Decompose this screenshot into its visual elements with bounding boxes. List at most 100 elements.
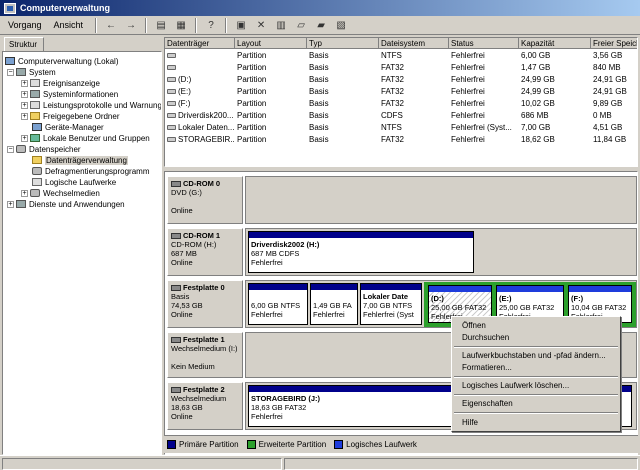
table-row[interactable]: (D:) Partition Basis FAT32 Fehlerfrei 24,99 G… (165, 74, 637, 86)
disk-row-cdrom0[interactable]: CD-ROM 0 DVD (G:) Online (167, 176, 637, 224)
storage-icon (16, 145, 26, 153)
disk-info[interactable]: Festplatte 2 Wechselmedium 18,63 GB Onli… (167, 382, 243, 430)
disk-info[interactable]: Festplatte 0 Basis 74,53 GB Online (167, 280, 243, 328)
menu-item-hilfe[interactable]: Hilfe (462, 417, 478, 428)
disk-info[interactable]: Festplatte 1 Wechselmedium (I:) Kein Med… (167, 332, 243, 378)
cell-typ: Basis (309, 111, 329, 120)
menu-vorgang[interactable]: Vorgang (4, 20, 46, 30)
cell-datentraeger: (F:) (165, 98, 235, 110)
toolbar-separator (225, 17, 228, 33)
menu-item-durchsuchen[interactable]: Durchsuchen (462, 332, 509, 343)
properties-icon[interactable]: ▥ (273, 18, 289, 33)
explore-icon[interactable]: ▰ (313, 18, 329, 33)
tree-item-leistungsprotokolle[interactable]: + Leistungsprotokolle und Warnungen (21, 100, 161, 110)
col-header-status[interactable]: Status (449, 38, 519, 49)
menu-item-formatieren[interactable]: Formatieren... (462, 362, 512, 373)
expand-toggle[interactable]: + (21, 189, 28, 197)
delete-icon[interactable]: ✕ (253, 18, 269, 33)
cell-status: Fehlerfrei (451, 111, 485, 120)
show-hide-tree-icon[interactable]: ▦ (173, 18, 189, 33)
col-header-kapazitaet[interactable]: Kapazität (519, 38, 591, 49)
cell-status: Fehlerfrei (451, 87, 485, 96)
table-row[interactable]: (F:) Partition Basis FAT32 Fehlerfrei 10,02 G… (165, 98, 637, 110)
partition-ntfs-6gb[interactable]: 6,00 GB NTFS Fehlerfrei (248, 283, 308, 325)
menu-separator (454, 346, 618, 348)
table-row[interactable]: Partition Basis FAT32 Fehlerfrei 1,47 GB 840 … (165, 62, 637, 74)
volume-icon (167, 113, 176, 119)
tree-item-wechselmedien[interactable]: + Wechselmedien (21, 188, 100, 198)
volume-list[interactable]: Datenträger Layout Typ Dateisystem Statu… (164, 37, 638, 167)
tree-item-freigegebene-ordner[interactable]: + Freigegebene Ordner (21, 111, 120, 121)
cell-dateisystem: FAT32 (381, 135, 404, 144)
up-folder-icon[interactable]: ▤ (153, 18, 169, 33)
tab-struktur[interactable]: Struktur (4, 37, 44, 51)
expand-toggle[interactable]: + (21, 134, 28, 142)
disk-line: 74,53 GB (171, 301, 203, 310)
partition-lokaler-datentraeger[interactable]: Lokaler Date 7,00 GB NTFS Fehlerfrei (Sy… (360, 283, 422, 325)
partition-fat-1gb[interactable]: 1,49 GB FA Fehlerfrei (310, 283, 358, 325)
cell-layout: Partition (237, 99, 267, 108)
col-header-datentraeger[interactable]: Datenträger (165, 38, 235, 49)
disk-line: Wechselmedium (I:) (171, 344, 238, 353)
legend-item-extended: Erweiterte Partition (246, 440, 326, 449)
expand-toggle[interactable]: + (21, 112, 28, 120)
tree-item-systeminformationen[interactable]: + Systeminformationen (21, 89, 118, 99)
disk-info[interactable]: CD-ROM 0 DVD (G:) Online (167, 176, 243, 224)
collapse-toggle[interactable]: − (7, 68, 14, 76)
event-icon (30, 79, 40, 87)
menu-item-laufwerk-loeschen[interactable]: Logisches Laufwerk löschen... (462, 380, 569, 391)
col-header-typ[interactable]: Typ (307, 38, 379, 49)
cell-status: Fehlerfrei (451, 135, 485, 144)
disk-info[interactable]: CD-ROM 1 CD-ROM (H:) 687 MB Online (167, 228, 243, 276)
tree-item-logische-laufwerke[interactable]: Logische Laufwerke (32, 177, 116, 187)
cell-layout: Partition (237, 135, 267, 144)
cell-layout: Partition (237, 51, 267, 60)
disk-line (171, 353, 239, 362)
table-row[interactable]: (E:) Partition Basis FAT32 Fehlerfrei 24,99 G… (165, 86, 637, 98)
partition-size: 687 MB CDFS (251, 249, 300, 258)
tree-item-geraete-manager[interactable]: Geräte-Manager (32, 122, 104, 132)
menu-ansicht[interactable]: Ansicht (50, 20, 88, 30)
forward-arrow-icon[interactable]: → (123, 18, 139, 33)
partition-size: 25,00 GB FAT32 (499, 303, 555, 312)
tree-item-datenspeicher[interactable]: − Datenspeicher (7, 144, 81, 154)
tree-item-dienste[interactable]: + Dienste und Anwendungen (7, 199, 125, 209)
help-icon[interactable]: ? (203, 18, 219, 33)
cell-status: Fehlerfrei (451, 63, 485, 72)
menu-item-laufwerkbuchstaben[interactable]: Laufwerkbuchstaben und -pfad ändern... (462, 350, 606, 361)
cell-freier-speicher: 24,91 GB (593, 87, 627, 96)
back-arrow-icon[interactable]: ← (103, 18, 119, 33)
partition-driverdisk[interactable]: Driverdisk2002 (H:) 687 MB CDFS Fehlerfr… (248, 231, 474, 273)
expand-toggle[interactable]: + (7, 200, 14, 208)
tree-item-ereignisanzeige[interactable]: + Ereignisanzeige (21, 78, 100, 88)
table-row[interactable]: Lokaler Daten... Partition Basis NTFS Fehler… (165, 122, 637, 134)
export-list-icon[interactable]: ▣ (233, 18, 249, 33)
users-icon (30, 134, 40, 142)
col-header-freier-speicher[interactable]: Freier Speich (591, 38, 637, 49)
tree-item-defragmentierung[interactable]: Defragmentierungsprogramm (32, 166, 150, 176)
tree-item-datentraegerverwaltung[interactable]: Datenträgerverwaltung (32, 155, 128, 165)
table-row[interactable]: Driverdisk200... Partition Basis CDFS Fehler… (165, 110, 637, 122)
tree-item-computerverwaltung[interactable]: Computerverwaltung (Lokal) (5, 56, 119, 66)
volume-label: (D:) (178, 75, 192, 84)
tree-item-lokale-benutzer[interactable]: + Lokale Benutzer und Gruppen (21, 133, 150, 143)
tree-item-system[interactable]: − System (7, 67, 56, 77)
volume-label: Driverdisk200... (178, 111, 234, 120)
disk-name: CD-ROM 0 (183, 179, 221, 188)
table-row[interactable]: Partition Basis NTFS Fehlerfrei 6,00 GB 3,56 … (165, 50, 637, 62)
expand-toggle[interactable]: + (21, 90, 28, 98)
cell-datentraeger: STORAGEBIR... (165, 134, 235, 146)
disk-row-cdrom1[interactable]: CD-ROM 1 CD-ROM (H:) 687 MB Online Drive… (167, 228, 637, 276)
table-row[interactable]: STORAGEBIR... Partition Basis FAT32 Fehlerfr… (165, 134, 637, 146)
menu-item-oeffnen[interactable]: Öffnen (462, 320, 486, 331)
col-header-layout[interactable]: Layout (235, 38, 307, 49)
menu-item-eigenschaften[interactable]: Eigenschaften (462, 398, 513, 409)
expand-toggle[interactable]: + (21, 101, 28, 109)
expand-toggle[interactable]: + (21, 79, 28, 87)
help-topic-icon[interactable]: ▧ (333, 18, 349, 33)
tree-view[interactable]: Computerverwaltung (Lokal) − System + Er… (2, 51, 162, 455)
collapse-toggle[interactable]: − (7, 145, 14, 153)
partition-size: 1,49 GB FA (313, 301, 352, 310)
col-header-dateisystem[interactable]: Dateisystem (379, 38, 449, 49)
open-folder-icon[interactable]: ▱ (293, 18, 309, 33)
